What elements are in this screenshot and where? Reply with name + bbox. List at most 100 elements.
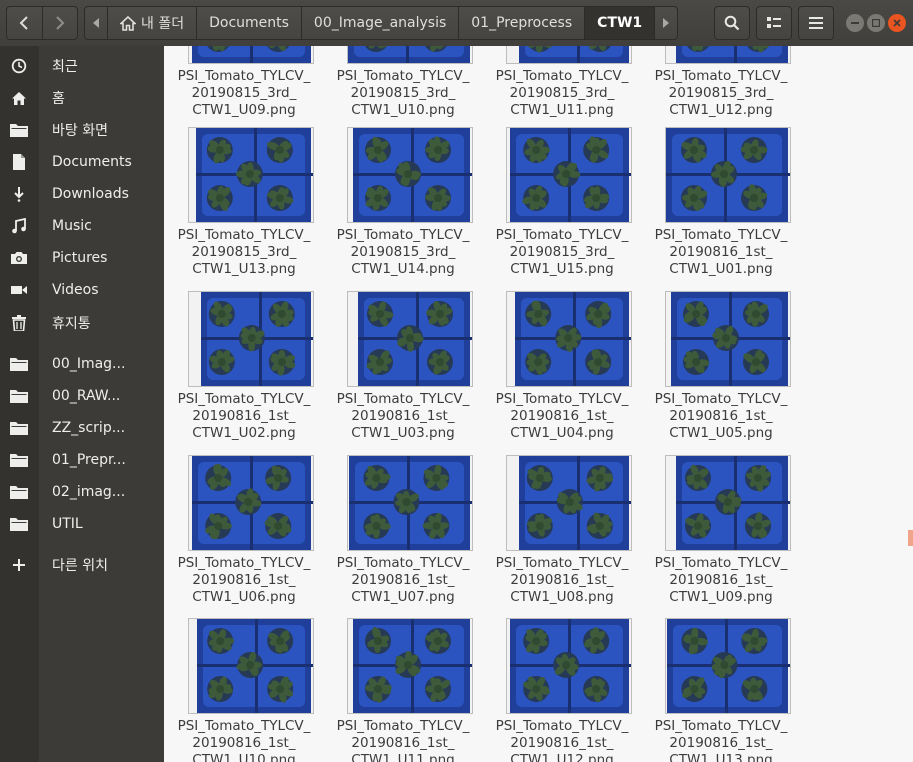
- caret-left-icon: [93, 18, 99, 28]
- folder-icon: [10, 356, 28, 372]
- minimize-icon: [851, 22, 859, 24]
- file-name: PSI_Tomato_TYLCV_ 20190816_1st_ CTW1_U09.p…: [641, 555, 801, 606]
- file-thumbnail: [347, 291, 473, 387]
- camera-icon: [10, 250, 28, 266]
- file-name-line: 20190816_1st_: [669, 572, 773, 588]
- sidebar-item[interactable]: Pictures: [0, 243, 164, 273]
- file-name: PSI_Tomato_TYLCV_ 20190815_3rd_ CTW1_U15.p…: [482, 227, 642, 278]
- sidebar-item[interactable]: Downloads: [0, 179, 164, 209]
- sidebar-item[interactable]: ZZ_scrip...: [0, 413, 164, 443]
- sidebar-item[interactable]: 다른 위치: [0, 550, 164, 580]
- back-button[interactable]: [7, 7, 42, 39]
- breadcrumb-ctw1[interactable]: CTW1: [584, 7, 655, 39]
- search-icon: [724, 15, 740, 31]
- file-name-line: CTW1_U07.png: [351, 589, 455, 605]
- sidebar-item-label: 휴지통: [52, 316, 91, 332]
- plus-icon: [10, 557, 28, 573]
- chevron-left-icon: [19, 16, 28, 30]
- file-name: PSI_Tomato_TYLCV_ 20190816_1st_ CTW1_U12.p…: [482, 718, 642, 762]
- file-name-line: PSI_Tomato_TYLCV_: [336, 227, 470, 243]
- file-name-line: 20190816_1st_: [192, 572, 296, 588]
- sidebar-item[interactable]: 01_Prepr...: [0, 445, 164, 475]
- close-button[interactable]: [888, 14, 906, 32]
- history-nav: [6, 6, 78, 40]
- file-name: PSI_Tomato_TYLCV_ 20190815_3rd_ CTW1_U10.p…: [323, 68, 483, 119]
- file-name-line: PSI_Tomato_TYLCV_: [177, 227, 311, 243]
- sidebar-item[interactable]: UTIL: [0, 509, 164, 539]
- file-name-line: CTW1_U12.png: [510, 752, 614, 762]
- sidebar-item[interactable]: 홈: [0, 83, 164, 113]
- breadcrumb-scroll-right[interactable]: [654, 7, 677, 39]
- breadcrumb-preprocess[interactable]: 01_Preprocess: [458, 7, 584, 39]
- sidebar-item[interactable]: 00_RAW...: [0, 381, 164, 411]
- breadcrumb-scroll-left[interactable]: [85, 7, 107, 39]
- file-name: PSI_Tomato_TYLCV_ 20190816_1st_ CTW1_U06.p…: [164, 555, 324, 606]
- folder-icon: [10, 388, 28, 404]
- breadcrumb-documents[interactable]: Documents: [196, 7, 301, 39]
- home-icon: [10, 90, 28, 106]
- folder-icon: [10, 420, 28, 436]
- header-bar: 내 폴더 Documents 00_Image_analysis 01_Prep…: [0, 0, 913, 46]
- sidebar-item[interactable]: 바탕 화면: [0, 115, 164, 145]
- minimize-button[interactable]: [846, 14, 864, 32]
- file-thumbnail: [188, 127, 314, 223]
- sidebar-item[interactable]: 최근: [0, 51, 164, 81]
- forward-button[interactable]: [41, 7, 78, 39]
- plant-tray-image: [189, 619, 313, 713]
- file-thumbnail: [665, 291, 791, 387]
- grid-view-icon: [767, 17, 781, 28]
- breadcrumb: 내 폴더 Documents 00_Image_analysis 01_Prep…: [84, 6, 679, 40]
- file-name: PSI_Tomato_TYLCV_ 20190816_1st_ CTW1_U03.p…: [323, 391, 483, 442]
- file-name-line: PSI_Tomato_TYLCV_: [336, 718, 470, 734]
- file-name: PSI_Tomato_TYLCV_ 20190816_1st_ CTW1_U04.p…: [482, 391, 642, 442]
- file-thumbnail: [347, 127, 473, 223]
- download-icon: [10, 186, 28, 202]
- file-name-line: PSI_Tomato_TYLCV_: [177, 391, 311, 407]
- sidebar-item[interactable]: 휴지통: [0, 308, 164, 338]
- search-button[interactable]: [714, 6, 750, 40]
- file-name-line: CTW1_U06.png: [192, 589, 296, 605]
- caret-right-icon: [663, 18, 670, 28]
- file-name-line: PSI_Tomato_TYLCV_: [177, 718, 311, 734]
- file-name-line: CTW1_U11.png: [510, 102, 614, 118]
- folder-icon: [10, 122, 28, 138]
- file-thumbnail: [188, 46, 314, 64]
- file-name-line: 20190815_3rd_: [191, 85, 297, 101]
- sidebar-item[interactable]: 02_imag...: [0, 477, 164, 507]
- file-thumbnail: [506, 46, 632, 64]
- menu-button[interactable]: [798, 6, 834, 40]
- breadcrumb-home[interactable]: 내 폴더: [107, 7, 196, 39]
- scrollbar-indicator[interactable]: [908, 530, 913, 546]
- plant-tray-image: [348, 46, 472, 63]
- plant-tray-image: [507, 456, 631, 550]
- file-name-line: PSI_Tomato_TYLCV_: [654, 391, 788, 407]
- sidebar-item-label: 바탕 화면: [52, 123, 108, 139]
- breadcrumb-image-analysis[interactable]: 00_Image_analysis: [300, 7, 458, 39]
- sidebar-item[interactable]: Music: [0, 211, 164, 241]
- view-toggle-button[interactable]: [756, 6, 792, 40]
- plant-tray-image: [189, 46, 313, 63]
- plant-tray-image: [348, 619, 472, 713]
- file-name-line: PSI_Tomato_TYLCV_: [495, 391, 629, 407]
- maximize-button[interactable]: [867, 14, 885, 32]
- sidebar-item[interactable]: Videos: [0, 275, 164, 305]
- sidebar-item-label: 다른 위치: [52, 558, 108, 574]
- sidebar-item[interactable]: Documents: [0, 147, 164, 177]
- sidebar-item[interactable]: 00_Imag...: [0, 349, 164, 379]
- file-grid: PSI_Tomato_TYLCV_ 20190815_3rd_ CTW1_U09.p…: [164, 46, 913, 762]
- file-name-line: 20190816_1st_: [510, 572, 614, 588]
- file-thumbnail: [188, 291, 314, 387]
- folder-icon: [10, 516, 28, 532]
- file-thumbnail: [506, 127, 632, 223]
- plant-tray-image: [189, 292, 313, 386]
- plant-tray-image: [666, 292, 790, 386]
- sidebar: 최근 홈바탕 화면 Documents Downloads Music Pictures V…: [0, 46, 164, 762]
- file-name: PSI_Tomato_TYLCV_ 20190816_1st_ CTW1_U08.p…: [482, 555, 642, 606]
- sidebar-item-label: 00_Imag...: [52, 356, 126, 372]
- file-name-line: 20190816_1st_: [669, 244, 773, 260]
- sidebar-item-label: Pictures: [52, 250, 108, 266]
- file-thumbnail: [347, 46, 473, 64]
- plant-tray-image: [189, 456, 313, 550]
- file-name-line: 20190816_1st_: [669, 408, 773, 424]
- file-name: PSI_Tomato_TYLCV_ 20190815_3rd_ CTW1_U14.p…: [323, 227, 483, 278]
